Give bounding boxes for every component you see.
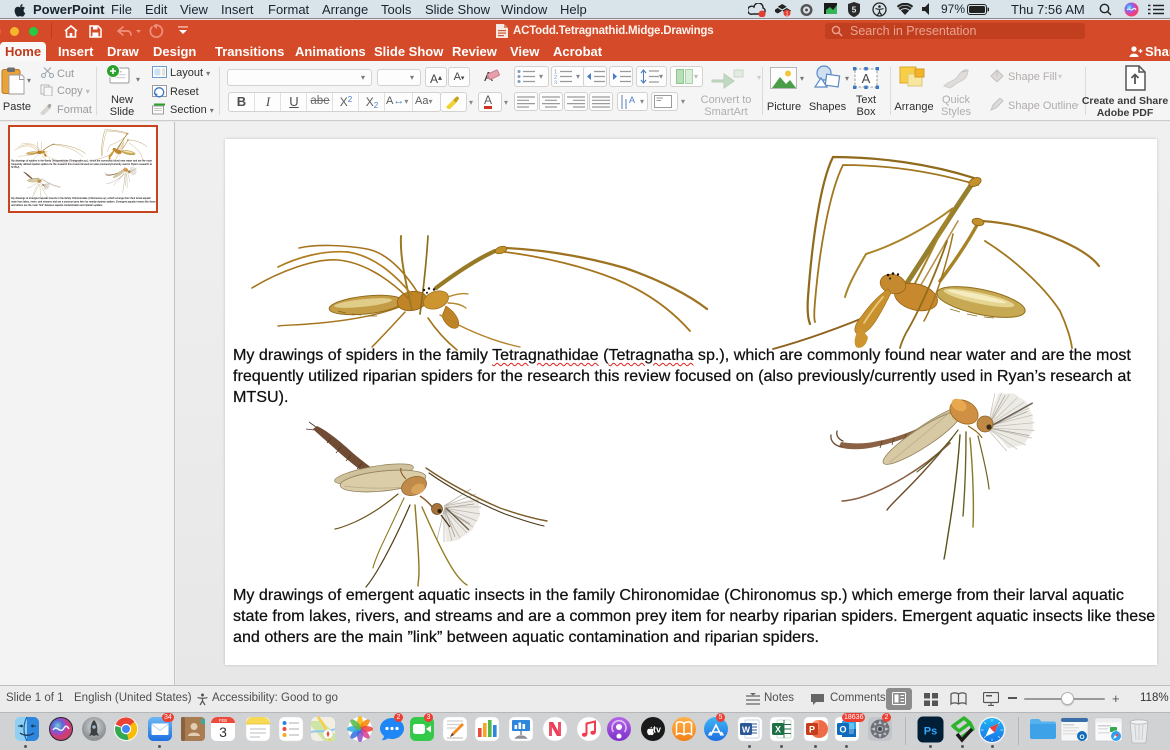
svg-text:3: 3 [554, 81, 557, 85]
svg-text:tv: tv [653, 725, 661, 735]
svg-text:1: 1 [786, 12, 789, 18]
svg-text:3: 3 [219, 724, 227, 740]
svg-text:5: 5 [852, 5, 857, 15]
svg-text:Ps: Ps [924, 726, 937, 738]
svg-text:FEB: FEB [219, 718, 227, 723]
svg-text:W: W [742, 725, 751, 735]
svg-text:O: O [1079, 734, 1084, 741]
svg-text:P: P [809, 725, 815, 735]
svg-text:O: O [839, 725, 846, 735]
svg-text:A: A [629, 95, 635, 105]
svg-text:A: A [862, 71, 871, 86]
svg-text:X: X [775, 725, 781, 735]
